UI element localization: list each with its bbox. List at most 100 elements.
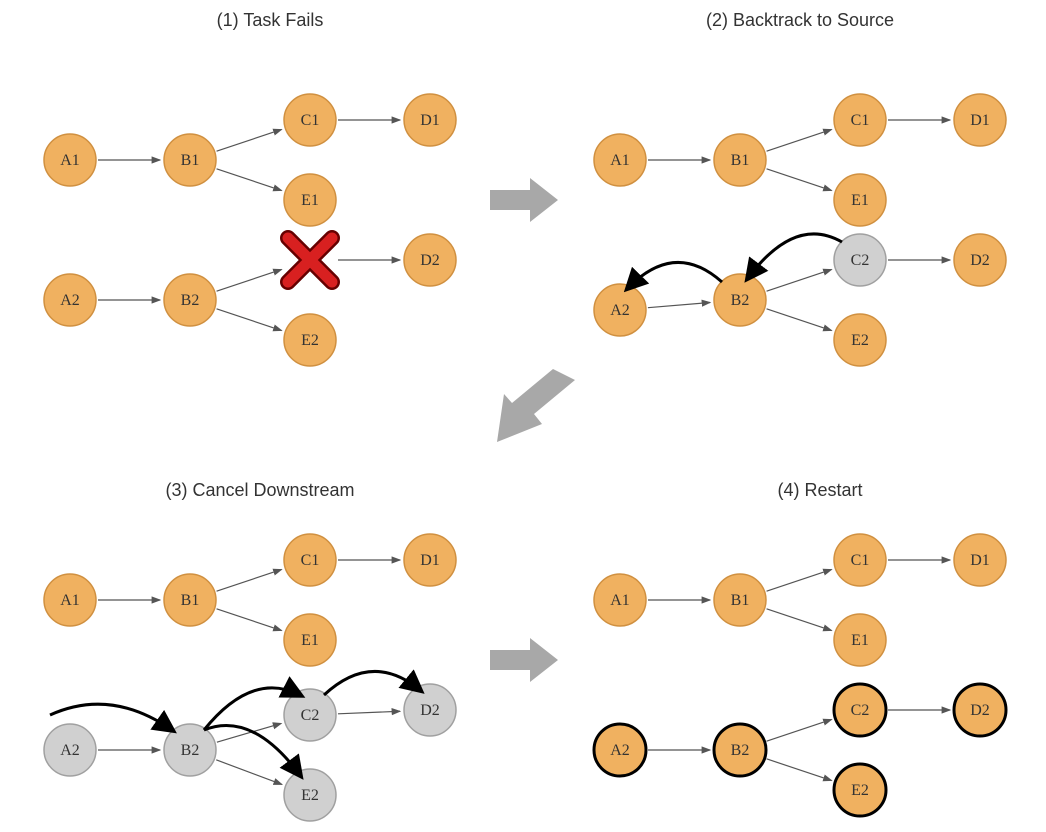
edge-B1-E1 (217, 609, 282, 631)
svg-text:D2: D2 (420, 702, 440, 719)
edge-B2-E2 (216, 760, 282, 785)
flow-arrow-1-to-2 (490, 178, 558, 222)
svg-text:B2: B2 (181, 742, 200, 759)
svg-text:B1: B1 (731, 592, 750, 609)
node-B2: B2 (164, 724, 216, 776)
node-E2: E2 (284, 314, 336, 366)
svg-text:B2: B2 (731, 742, 750, 759)
node-E2: E2 (834, 314, 886, 366)
node-E2: E2 (834, 764, 886, 816)
node-A2: A2 (594, 724, 646, 776)
panel-1-task-fails: A1 B1 C1 D1 E1 A2 B2 D2 E2 (44, 94, 456, 366)
node-A1: A1 (594, 574, 646, 626)
svg-text:C1: C1 (301, 552, 320, 569)
node-E1: E1 (284, 614, 336, 666)
node-A1: A1 (44, 574, 96, 626)
node-C2: C2 (834, 684, 886, 736)
svg-text:A2: A2 (60, 292, 80, 309)
node-A1: A1 (44, 134, 96, 186)
svg-text:E2: E2 (301, 332, 319, 349)
node-D1: D1 (404, 534, 456, 586)
edge-A2-B2 (648, 302, 710, 307)
backtrack-arrow-1 (628, 262, 722, 288)
svg-text:A2: A2 (60, 742, 80, 759)
svg-text:B1: B1 (181, 152, 200, 169)
svg-text:E2: E2 (851, 332, 869, 349)
svg-text:D1: D1 (970, 112, 990, 129)
svg-text:E1: E1 (851, 632, 869, 649)
node-D2: D2 (954, 684, 1006, 736)
node-B1: B1 (714, 574, 766, 626)
node-D1: D1 (404, 94, 456, 146)
panel2-title: (2) Backtrack to Source (650, 10, 950, 31)
svg-text:E2: E2 (851, 782, 869, 799)
node-C1: C1 (284, 94, 336, 146)
cancel-arrow-2 (324, 671, 420, 695)
edge-B1-E1 (767, 169, 832, 191)
node-C1: C1 (834, 94, 886, 146)
svg-text:C1: C1 (851, 112, 870, 129)
svg-text:E1: E1 (851, 192, 869, 209)
svg-text:A2: A2 (610, 302, 630, 319)
svg-text:A1: A1 (60, 592, 80, 609)
edge-B1-C1 (767, 129, 832, 151)
svg-text:E2: E2 (301, 787, 319, 804)
svg-text:A1: A1 (610, 592, 630, 609)
svg-text:B1: B1 (731, 152, 750, 169)
node-B1: B1 (164, 134, 216, 186)
svg-text:D2: D2 (970, 702, 990, 719)
edge-B2-FAIL (217, 269, 282, 291)
svg-text:C2: C2 (851, 252, 870, 269)
edge-B2-E2 (767, 309, 832, 331)
edge-B1-E1 (217, 169, 282, 191)
edge-B1-C1 (217, 569, 282, 591)
svg-text:E1: E1 (301, 632, 319, 649)
svg-text:C2: C2 (851, 702, 870, 719)
fail-x-icon (288, 238, 332, 282)
svg-text:D2: D2 (970, 252, 990, 269)
edge-B1-C1 (767, 569, 832, 591)
node-A2: A2 (44, 274, 96, 326)
edge-B1-C1 (217, 129, 282, 151)
svg-text:C2: C2 (301, 707, 320, 724)
node-D1: D1 (954, 534, 1006, 586)
svg-text:B1: B1 (181, 592, 200, 609)
panel3-title: (3) Cancel Downstream (110, 480, 410, 501)
edge-B2-E2 (217, 309, 282, 331)
svg-text:B2: B2 (181, 292, 200, 309)
panel4-title: (4) Restart (670, 480, 970, 501)
svg-text:A2: A2 (610, 742, 630, 759)
node-B1: B1 (714, 134, 766, 186)
node-E1: E1 (284, 174, 336, 226)
node-A2: A2 (594, 284, 646, 336)
edge-B1-E1 (767, 609, 832, 631)
node-E2: E2 (284, 769, 336, 821)
edge-B2-C2 (767, 719, 832, 741)
cancel-arrow-3 (204, 725, 300, 775)
node-D2: D2 (404, 684, 456, 736)
svg-text:D1: D1 (420, 112, 440, 129)
edge-B2-C2 (767, 269, 832, 291)
node-C2: C2 (284, 689, 336, 741)
node-B2: B2 (714, 724, 766, 776)
edge-B2-E2 (767, 759, 832, 781)
svg-text:C1: C1 (301, 112, 320, 129)
svg-text:A1: A1 (60, 152, 80, 169)
panel-3-cancel: A1 B1 C1 D1 E1 A2 B2 C2 D2 E2 (44, 534, 456, 821)
svg-text:E1: E1 (301, 192, 319, 209)
node-B2: B2 (164, 274, 216, 326)
node-D2: D2 (404, 234, 456, 286)
panel-2-backtrack: A1B1C1D1E1A2B2C2D2E2 (594, 94, 1006, 366)
diagram-canvas: A1B1C1D1E1A2B2D2E2 A1B1C1D1E1A2B2C2D2E2 … (0, 0, 1046, 832)
node-E1: E1 (834, 174, 886, 226)
backtrack-arrow-0 (748, 234, 842, 278)
node-C1: C1 (834, 534, 886, 586)
node-A2: A2 (44, 724, 96, 776)
svg-text:C1: C1 (851, 552, 870, 569)
svg-text:D1: D1 (420, 552, 440, 569)
node-A1: A1 (594, 134, 646, 186)
node-D1: D1 (954, 94, 1006, 146)
svg-text:D2: D2 (420, 252, 440, 269)
node-D2: D2 (954, 234, 1006, 286)
svg-text:A1: A1 (610, 152, 630, 169)
